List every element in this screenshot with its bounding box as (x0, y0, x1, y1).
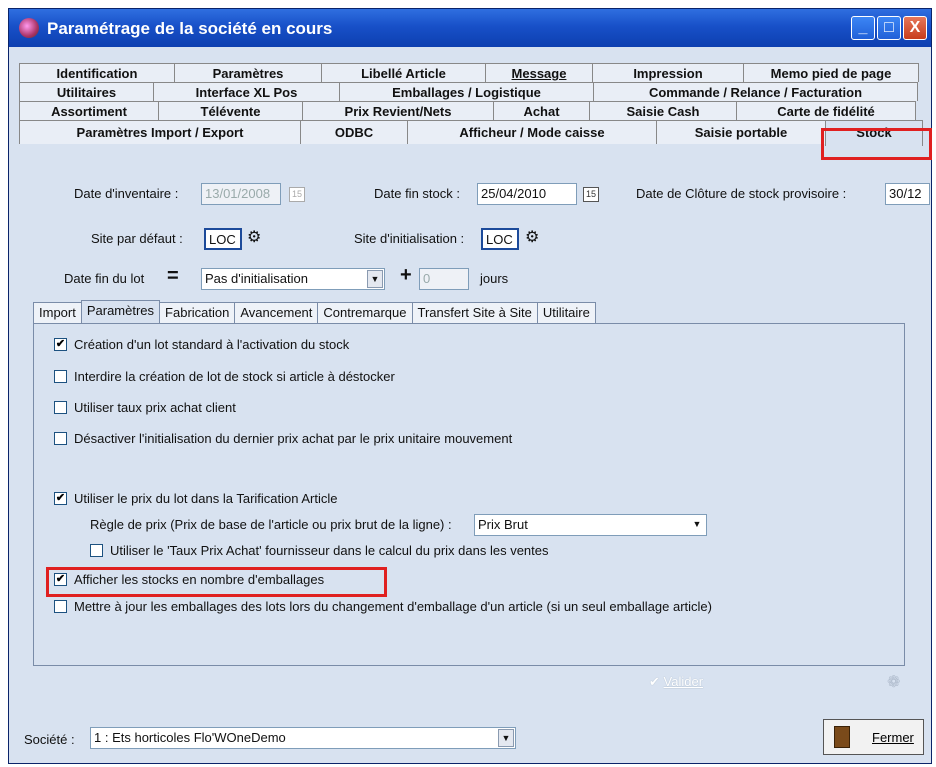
subtab-utilitaire[interactable]: Utilitaire (536, 302, 596, 323)
subtab-transfert-site-a-site[interactable]: Transfert Site à Site (411, 302, 538, 323)
subtab-contremarque[interactable]: Contremarque (317, 302, 413, 323)
inventory-date-label: Date d'inventaire : (74, 186, 179, 201)
tab-identification[interactable]: Identification (19, 63, 175, 82)
price-rule-label: Règle de prix (Prix de base de l'article… (90, 517, 452, 532)
maximize-button[interactable]: □ (877, 16, 901, 40)
checkbox-update-lot-packages[interactable] (54, 600, 67, 613)
lot-end-date-select[interactable]: Pas d'initialisation ▼ (201, 268, 385, 290)
societe-select[interactable]: 1 : Ets horticoles Flo'WOneDemo ▼ (90, 727, 516, 749)
lot-price-pricing-label: Utiliser le prix du lot dans la Tarifica… (74, 491, 338, 506)
tab-stock[interactable]: Stock (825, 120, 923, 146)
tab-assortiment[interactable]: Assortiment (19, 101, 159, 120)
tab-message[interactable]: Message (485, 63, 593, 82)
checkbox-supplier-purchase-rate[interactable] (90, 544, 103, 557)
days-label: jours (480, 271, 509, 286)
forbid-lot-label: Interdire la création de lot de stock si… (74, 369, 395, 384)
update-lot-packages-label: Mettre à jour les emballages des lots lo… (74, 599, 712, 614)
lot-end-date-label: Date fin du lot (64, 271, 145, 286)
standard-lot-label: Création d'un lot standard à l'activatio… (74, 337, 350, 352)
checkbox-disable-last-price-init[interactable] (54, 432, 67, 445)
tab-carte-de-fidelite[interactable]: Carte de fidélité (736, 101, 916, 120)
checkbox-client-purchase-rate[interactable] (54, 401, 67, 414)
tab-emballages-logistique[interactable]: Emballages / Logistique (339, 82, 594, 101)
tab-televente[interactable]: Télévente (158, 101, 303, 120)
closing-date-field[interactable]: 30/12 (885, 183, 930, 205)
init-site-label: Site d'initialisation : (354, 231, 465, 246)
lot-end-date-select-value: Pas d'initialisation (205, 271, 308, 286)
supplier-purchase-rate-label: Utiliser le 'Taux Prix Achat' fournisseu… (110, 543, 549, 558)
tab-prix-revient-nets[interactable]: Prix Revient/Nets (302, 101, 494, 120)
title-bar[interactable]: Paramétrage de la société en cours _ □ X (9, 9, 931, 47)
chevron-down-icon[interactable]: ▼ (367, 270, 383, 288)
checkbox-forbid-lot[interactable] (54, 370, 67, 383)
tab-impression[interactable]: Impression (592, 63, 744, 82)
tab-row-2: Utilitaires Interface XL Pos Emballages … (19, 82, 918, 101)
tab-saisie-cash[interactable]: Saisie Cash (589, 101, 737, 120)
client-purchase-rate-label: Utiliser taux prix achat client (74, 400, 236, 415)
broom-icon[interactable]: ❁ (887, 672, 900, 692)
checkbox-display-stock-packages[interactable]: ✔ (54, 573, 67, 586)
minimize-button[interactable]: _ (851, 16, 875, 40)
tab-parametres[interactable]: Paramètres (174, 63, 322, 82)
tab-memo-pied-de-page[interactable]: Memo pied de page (743, 63, 919, 82)
price-rule-select[interactable]: Prix Brut ▼ (474, 514, 707, 536)
tab-libelle-article[interactable]: Libellé Article (321, 63, 486, 82)
display-stock-packages-label: Afficher les stocks en nombre d'emballag… (74, 572, 325, 587)
plus-sign: + (400, 264, 412, 286)
inventory-date-calendar-icon[interactable]: 15 (289, 187, 305, 202)
valider-button[interactable]: ✔ Valider (649, 674, 703, 690)
init-site-field[interactable]: LOC (481, 228, 519, 250)
subtab-fabrication[interactable]: Fabrication (159, 302, 236, 323)
disable-last-price-init-label: Désactiver l'initialisation du dernier p… (74, 431, 513, 446)
tab-row-3: Assortiment Télévente Prix Revient/Nets … (19, 101, 916, 120)
closing-date-label: Date de Clôture de stock provisoire : (636, 186, 847, 201)
close-button-footer[interactable]: Fermer (823, 719, 924, 755)
societe-label: Société : (24, 732, 75, 747)
subtab-parametres[interactable]: Paramètres (80, 300, 161, 323)
chevron-down-icon[interactable]: ▼ (689, 516, 705, 534)
tab-parametres-import-export[interactable]: Paramètres Import / Export (19, 120, 301, 144)
tab-interface-xl-pos[interactable]: Interface XL Pos (153, 82, 340, 101)
checkbox-lot-price-pricing[interactable]: ✔ (54, 492, 67, 505)
price-rule-select-value: Prix Brut (478, 517, 528, 532)
default-site-lookup-icon[interactable]: ⚙ (247, 227, 261, 247)
chevron-down-icon[interactable]: ▼ (498, 729, 514, 747)
door-exit-icon (834, 726, 850, 748)
tab-row-1: Identification Paramètres Libellé Articl… (19, 63, 919, 82)
end-stock-date-label: Date fin stock : (374, 186, 460, 201)
tab-row-4: Paramètres Import / Export ODBC Afficheu… (19, 120, 923, 146)
tab-achat[interactable]: Achat (493, 101, 590, 120)
default-site-field[interactable]: LOC (204, 228, 242, 250)
tab-utilitaires[interactable]: Utilitaires (19, 82, 154, 101)
inventory-date-field[interactable]: 13/01/2008 (201, 183, 281, 205)
subtab-import[interactable]: Import (33, 302, 82, 323)
stock-subtabs: Import Paramètres Fabrication Avancement… (33, 300, 596, 324)
subtab-avancement[interactable]: Avancement (234, 302, 319, 323)
end-stock-date-field[interactable]: 25/04/2010 (477, 183, 577, 205)
tab-afficheur-mode-caisse[interactable]: Afficheur / Mode caisse (407, 120, 657, 144)
end-stock-calendar-icon[interactable]: 15 (583, 187, 599, 202)
app-icon (19, 18, 39, 38)
close-button[interactable]: X (903, 16, 927, 40)
societe-select-value: 1 : Ets horticoles Flo'WOneDemo (94, 730, 286, 745)
default-site-label: Site par défaut : (91, 231, 183, 246)
settings-window: Paramétrage de la société en cours _ □ X… (8, 8, 932, 764)
equals-sign: = (167, 265, 179, 287)
valider-label: Valider (663, 674, 704, 689)
close-button-label: Fermer (872, 730, 914, 745)
tab-commande-relance-facturation[interactable]: Commande / Relance / Facturation (593, 82, 918, 101)
tab-saisie-portable[interactable]: Saisie portable (656, 120, 826, 144)
init-site-lookup-icon[interactable]: ⚙ (525, 227, 539, 247)
valider-icon: ✔ (649, 674, 660, 689)
days-field[interactable]: 0 (419, 268, 469, 290)
window-title: Paramétrage de la société en cours (47, 19, 333, 38)
checkbox-standard-lot[interactable]: ✔ (54, 338, 67, 351)
tab-odbc[interactable]: ODBC (300, 120, 408, 144)
